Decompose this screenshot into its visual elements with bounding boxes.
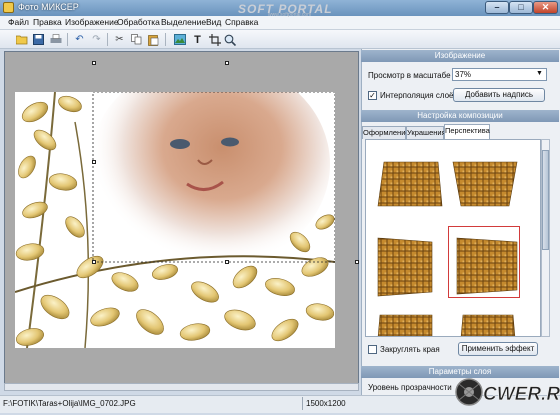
status-image-size: 1500x1200 [306, 399, 346, 408]
crop-icon[interactable] [207, 32, 222, 47]
opacity-label: Уровень прозрачности [368, 383, 452, 392]
add-caption-button[interactable]: Добавить надпись [453, 88, 545, 102]
minimize-button[interactable]: – [485, 1, 509, 14]
photo-canvas[interactable] [15, 92, 335, 348]
toolbar-separator [67, 33, 68, 46]
save-icon[interactable] [31, 32, 46, 47]
app-icon [3, 2, 14, 13]
menu-view[interactable]: Вид [206, 17, 221, 27]
gallery-scroll-thumb[interactable] [542, 150, 549, 250]
redo-icon[interactable]: ↷ [89, 32, 104, 47]
persp-thumb-2 [452, 161, 518, 207]
persp-thumb-1 [377, 161, 443, 207]
photo-collage [15, 92, 335, 348]
interpolation-checkbox[interactable]: ✓ [368, 91, 377, 100]
selected-perspective-frame[interactable] [448, 226, 520, 298]
selection-handle[interactable] [92, 260, 96, 264]
zoom-icon[interactable] [222, 32, 237, 47]
round-edges-label: Закруглять края [380, 345, 440, 354]
apply-effect-button[interactable]: Применить эффект [458, 342, 538, 356]
persp-thumb-3 [377, 237, 433, 297]
menu-edit[interactable]: Правка [33, 17, 62, 27]
composition-section-header: Настройка композиции [361, 110, 559, 122]
open-icon[interactable] [14, 32, 29, 47]
chevron-down-icon[interactable]: ▼ [536, 70, 543, 77]
selection-handle[interactable] [355, 260, 359, 264]
selection-handle[interactable] [225, 260, 229, 264]
menu-image[interactable]: Изображение [65, 17, 119, 27]
interpolation-label: Интерполяция слоёв [380, 91, 458, 100]
tab-perspective[interactable]: Перспектива [444, 124, 490, 139]
maximize-button[interactable]: □ [509, 1, 533, 14]
menu-selection[interactable]: Выделение [161, 17, 206, 27]
persp-thumb-5 [377, 314, 433, 336]
cwer-watermark: CWER.RU [449, 370, 560, 413]
copy-icon[interactable] [129, 32, 144, 47]
status-file-path: F:\FOTIK\Taras+Olija\IMG_0702.JPG [3, 399, 136, 408]
print-icon[interactable] [48, 32, 63, 47]
status-divider [302, 397, 303, 410]
selection-handle[interactable] [225, 61, 229, 65]
toolbar-separator [165, 33, 166, 46]
image-section-header: Изображение [361, 50, 559, 62]
tab-design[interactable]: Оформление [362, 126, 410, 139]
watermark-softportal-url: www.softportal.com [268, 12, 312, 18]
menu-file[interactable]: Файл [8, 17, 29, 27]
window-title: Фото МИКСЕР [18, 2, 79, 12]
close-button[interactable]: ✕ [533, 1, 558, 14]
text-icon[interactable]: T [190, 32, 205, 47]
selection-handle[interactable] [92, 160, 96, 164]
round-edges-checkbox[interactable] [368, 345, 377, 354]
menu-process[interactable]: Обработка [117, 17, 160, 27]
selection-handle[interactable] [92, 61, 96, 65]
tab-decorations[interactable]: Украшения [406, 126, 446, 139]
undo-icon[interactable]: ↶ [72, 32, 87, 47]
zoom-label: Просмотр в масштабе [368, 71, 451, 80]
cwer-text: CWER.RU [483, 384, 560, 405]
persp-thumb-6 [460, 314, 516, 336]
zoom-select[interactable]: 37% [452, 68, 547, 81]
toolbar-separator [107, 33, 108, 46]
cut-icon[interactable]: ✂ [112, 32, 127, 47]
horizontal-scrollbar[interactable] [4, 383, 359, 391]
image-icon[interactable] [172, 32, 187, 47]
paste-icon[interactable] [146, 32, 161, 47]
menu-help[interactable]: Справка [225, 17, 258, 27]
